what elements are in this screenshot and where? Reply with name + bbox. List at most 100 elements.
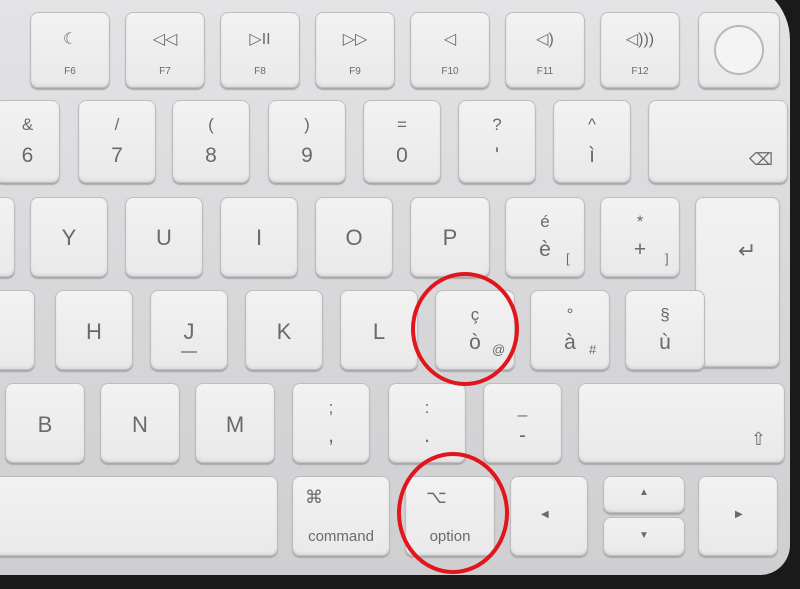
key-arrow-down[interactable]: ▼	[603, 517, 685, 556]
key-6[interactable]: & 6	[0, 100, 60, 183]
key-shift[interactable]: ⇧	[578, 383, 785, 463]
key-label: =	[397, 115, 407, 134]
key-label: (	[208, 115, 214, 134]
key-7[interactable]: /7	[78, 100, 156, 183]
key-8[interactable]: (8	[172, 100, 250, 183]
key-partial[interactable]	[0, 197, 15, 277]
volume-down-icon: ◁)	[536, 31, 554, 48]
moon-icon: ☾	[62, 31, 78, 48]
key-label: B	[37, 412, 53, 437]
key-arrow-up[interactable]: ▲	[603, 476, 685, 513]
play-pause-icon: ▷II	[249, 31, 271, 48]
key-label: command	[308, 528, 374, 545]
key-l[interactable]: L	[340, 290, 418, 370]
key-label: ;	[328, 398, 334, 417]
delete-icon: ⌫	[748, 150, 773, 169]
key-label: N	[132, 412, 148, 437]
key-9[interactable]: ) 9	[268, 100, 346, 183]
key-k[interactable]: K	[245, 290, 323, 370]
key-f11[interactable]: ◁) F11	[505, 12, 585, 88]
key-arrow-right[interactable]: ▶	[698, 476, 778, 556]
key-o[interactable]: O	[315, 197, 393, 277]
key-i[interactable]: I	[220, 197, 298, 277]
key-return[interactable]: ↵	[695, 197, 780, 367]
key-i-grave[interactable]: ^ ì	[553, 100, 631, 183]
key-label: é	[540, 212, 550, 231]
key-plus[interactable]: * +]	[600, 197, 680, 277]
key-label: F6	[64, 66, 76, 77]
key-label: 9	[301, 144, 313, 167]
key-f6[interactable]: ☾ F6	[30, 12, 110, 88]
key-0[interactable]: = 0	[363, 100, 441, 183]
key-label: F10	[441, 66, 459, 77]
command-icon: ⌘	[305, 487, 323, 507]
key-label: /	[114, 115, 120, 134]
key-label: F7	[159, 66, 171, 77]
key-h[interactable]: H	[55, 290, 133, 370]
key-label: F12	[631, 66, 649, 77]
key-label: ì	[589, 144, 595, 167]
key-label: 0	[396, 144, 408, 167]
key-label: ^	[588, 115, 596, 134]
key-n[interactable]: N	[100, 383, 180, 463]
key-u-grave[interactable]: § ù	[625, 290, 705, 370]
key-label: 7	[111, 144, 123, 167]
arrow-down-icon: ▼	[639, 530, 649, 541]
key-label: F9	[349, 66, 361, 77]
key-label: K	[276, 319, 292, 344]
key-alt-label: #	[589, 342, 597, 357]
key-label: °	[566, 305, 574, 324]
key-label: )	[304, 115, 310, 134]
key-label: U	[156, 225, 172, 250]
key-apostrophe[interactable]: ? '	[458, 100, 536, 183]
key-u[interactable]: U	[125, 197, 203, 277]
key-delete[interactable]: ⌫	[648, 100, 788, 183]
key-label: .	[424, 424, 430, 447]
home-bump	[181, 351, 197, 353]
key-label: 8	[205, 144, 217, 167]
key-label: ,	[328, 424, 334, 447]
highlight-circle-option	[397, 452, 509, 574]
key-label: I	[255, 225, 263, 250]
key-a-grave[interactable]: ° à #	[530, 290, 610, 370]
highlight-circle-c-cedilla	[411, 272, 519, 386]
arrow-left-icon: ◀	[541, 509, 549, 520]
key-label: M	[225, 412, 245, 437]
key-y[interactable]: Y	[30, 197, 108, 277]
key-m[interactable]: M	[195, 383, 275, 463]
key-label: H	[86, 319, 102, 344]
key-label: §	[660, 305, 670, 324]
key-b[interactable]: B	[5, 383, 85, 463]
key-f12[interactable]: ◁))) F12	[600, 12, 680, 88]
key-f9[interactable]: ▷▷ F9	[315, 12, 395, 88]
key-label: F8	[254, 66, 266, 77]
key-f7[interactable]: ◁◁ F7	[125, 12, 205, 88]
key-dash[interactable]: _ -	[483, 383, 562, 463]
key-label: L	[372, 319, 386, 344]
arrow-up-icon: ▲	[639, 487, 649, 498]
key-label: '	[494, 144, 499, 167]
key-f10[interactable]: ◁ F10	[410, 12, 490, 88]
key-label: &	[21, 115, 34, 134]
touch-id-sensor[interactable]	[714, 25, 764, 75]
key-p[interactable]: P	[410, 197, 490, 277]
volume-up-icon: ◁)))	[625, 31, 655, 48]
key-space[interactable]	[0, 476, 278, 556]
key-f8[interactable]: ▷II F8	[220, 12, 300, 88]
key-command[interactable]: ⌘ command	[292, 476, 390, 556]
key-j[interactable]: J	[150, 290, 228, 370]
key-label: à	[564, 331, 576, 354]
key-arrow-left[interactable]: ◀	[510, 476, 588, 556]
key-colon[interactable]: :.	[388, 383, 466, 463]
return-icon: ↵	[738, 238, 757, 263]
fast-forward-icon: ▷▷	[342, 31, 368, 48]
key-g-partial[interactable]	[0, 290, 35, 370]
mute-icon: ◁	[443, 31, 457, 48]
key-label: ù	[659, 331, 671, 354]
key-e-accent[interactable]: é è [	[505, 197, 585, 277]
key-label: J	[183, 319, 195, 344]
key-semicolon[interactable]: ;,	[292, 383, 370, 463]
arrow-right-icon: ▶	[735, 509, 743, 520]
touch-id-key[interactable]	[698, 12, 780, 88]
key-label: è	[539, 238, 551, 261]
